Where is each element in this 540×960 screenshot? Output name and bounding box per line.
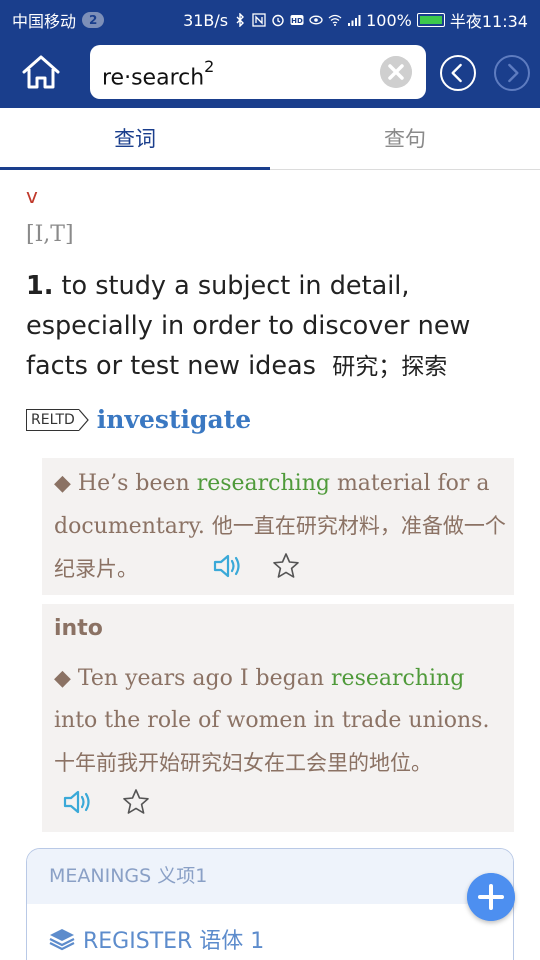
battery-percent: 100% bbox=[366, 10, 412, 30]
back-arrow-icon[interactable] bbox=[440, 55, 476, 91]
eye-icon bbox=[309, 15, 323, 25]
home-icon[interactable] bbox=[18, 52, 64, 92]
related-word-row[interactable]: RELTD investigate bbox=[26, 405, 251, 434]
battery-icon bbox=[416, 13, 445, 27]
svg-text:HD: HD bbox=[291, 17, 303, 25]
grammar-code: [I,T] bbox=[26, 222, 74, 247]
net-speed: 31B/s bbox=[183, 10, 229, 30]
part-of-speech: v bbox=[26, 184, 38, 208]
app-bar: re·search2 bbox=[0, 36, 540, 108]
favorite-star-icon[interactable] bbox=[270, 552, 302, 580]
register-label: REGISTER 语体 1 bbox=[83, 929, 265, 954]
search-input[interactable]: re·search2 bbox=[90, 45, 426, 99]
active-tab-indicator bbox=[0, 167, 270, 170]
tab-bar: 查词 查句 bbox=[0, 108, 540, 170]
example-translation: 十年前我开始研究妇女在工会里的地位。 bbox=[54, 751, 432, 775]
related-tag: RELTD bbox=[26, 408, 79, 431]
sim-badge: 2 bbox=[82, 12, 105, 28]
collocation-label: into bbox=[54, 616, 103, 641]
tab-sentence-lookup[interactable]: 查句 bbox=[270, 108, 540, 170]
tag-arrow-icon bbox=[78, 408, 89, 431]
definition: 1. to study a subject in detail, especia… bbox=[26, 266, 526, 387]
clock: 半夜11:34 bbox=[449, 12, 528, 31]
carrier-label: 中国移动 bbox=[12, 12, 77, 31]
wifi-icon bbox=[328, 14, 342, 26]
meanings-header[interactable]: MEANINGS 义项1 bbox=[27, 849, 513, 904]
bluetooth-icon bbox=[236, 13, 245, 27]
clear-search-icon[interactable] bbox=[380, 56, 412, 88]
speaker-icon[interactable] bbox=[212, 552, 244, 580]
example-highlight: researching bbox=[196, 471, 330, 496]
register-row[interactable]: REGISTER 语体 1 bbox=[49, 923, 264, 955]
status-bar: 中国移动 2 31B/s HD 100% 半夜11:34 bbox=[0, 0, 540, 36]
search-query[interactable]: re·search2 bbox=[102, 57, 214, 90]
nfc-icon bbox=[252, 13, 266, 27]
tab-word-lookup[interactable]: 查词 bbox=[0, 108, 270, 170]
speaker-icon[interactable] bbox=[62, 788, 94, 816]
example-sentence: ◆ Ten years ago I began researching into… bbox=[54, 666, 490, 775]
homograph-number: 2 bbox=[204, 57, 215, 76]
example-card: ◆ He’s been researching material for a d… bbox=[42, 458, 514, 595]
definition-chinese: 研究；探索 bbox=[332, 354, 448, 380]
example-card: into ◆ Ten years ago I began researching… bbox=[42, 604, 514, 832]
alarm-icon bbox=[272, 14, 284, 27]
layers-icon bbox=[49, 929, 75, 951]
add-fab-icon[interactable] bbox=[467, 873, 515, 921]
related-word-link[interactable]: investigate bbox=[97, 405, 251, 434]
sense-number: 1. bbox=[26, 271, 54, 301]
meanings-card: MEANINGS 义项1 REGISTER 语体 1 bbox=[26, 848, 514, 960]
forward-arrow-icon[interactable] bbox=[494, 55, 530, 91]
hd-icon: HD bbox=[290, 15, 304, 25]
example-highlight: researching bbox=[331, 666, 465, 691]
signal-icon bbox=[348, 15, 361, 26]
favorite-star-icon[interactable] bbox=[120, 788, 152, 816]
